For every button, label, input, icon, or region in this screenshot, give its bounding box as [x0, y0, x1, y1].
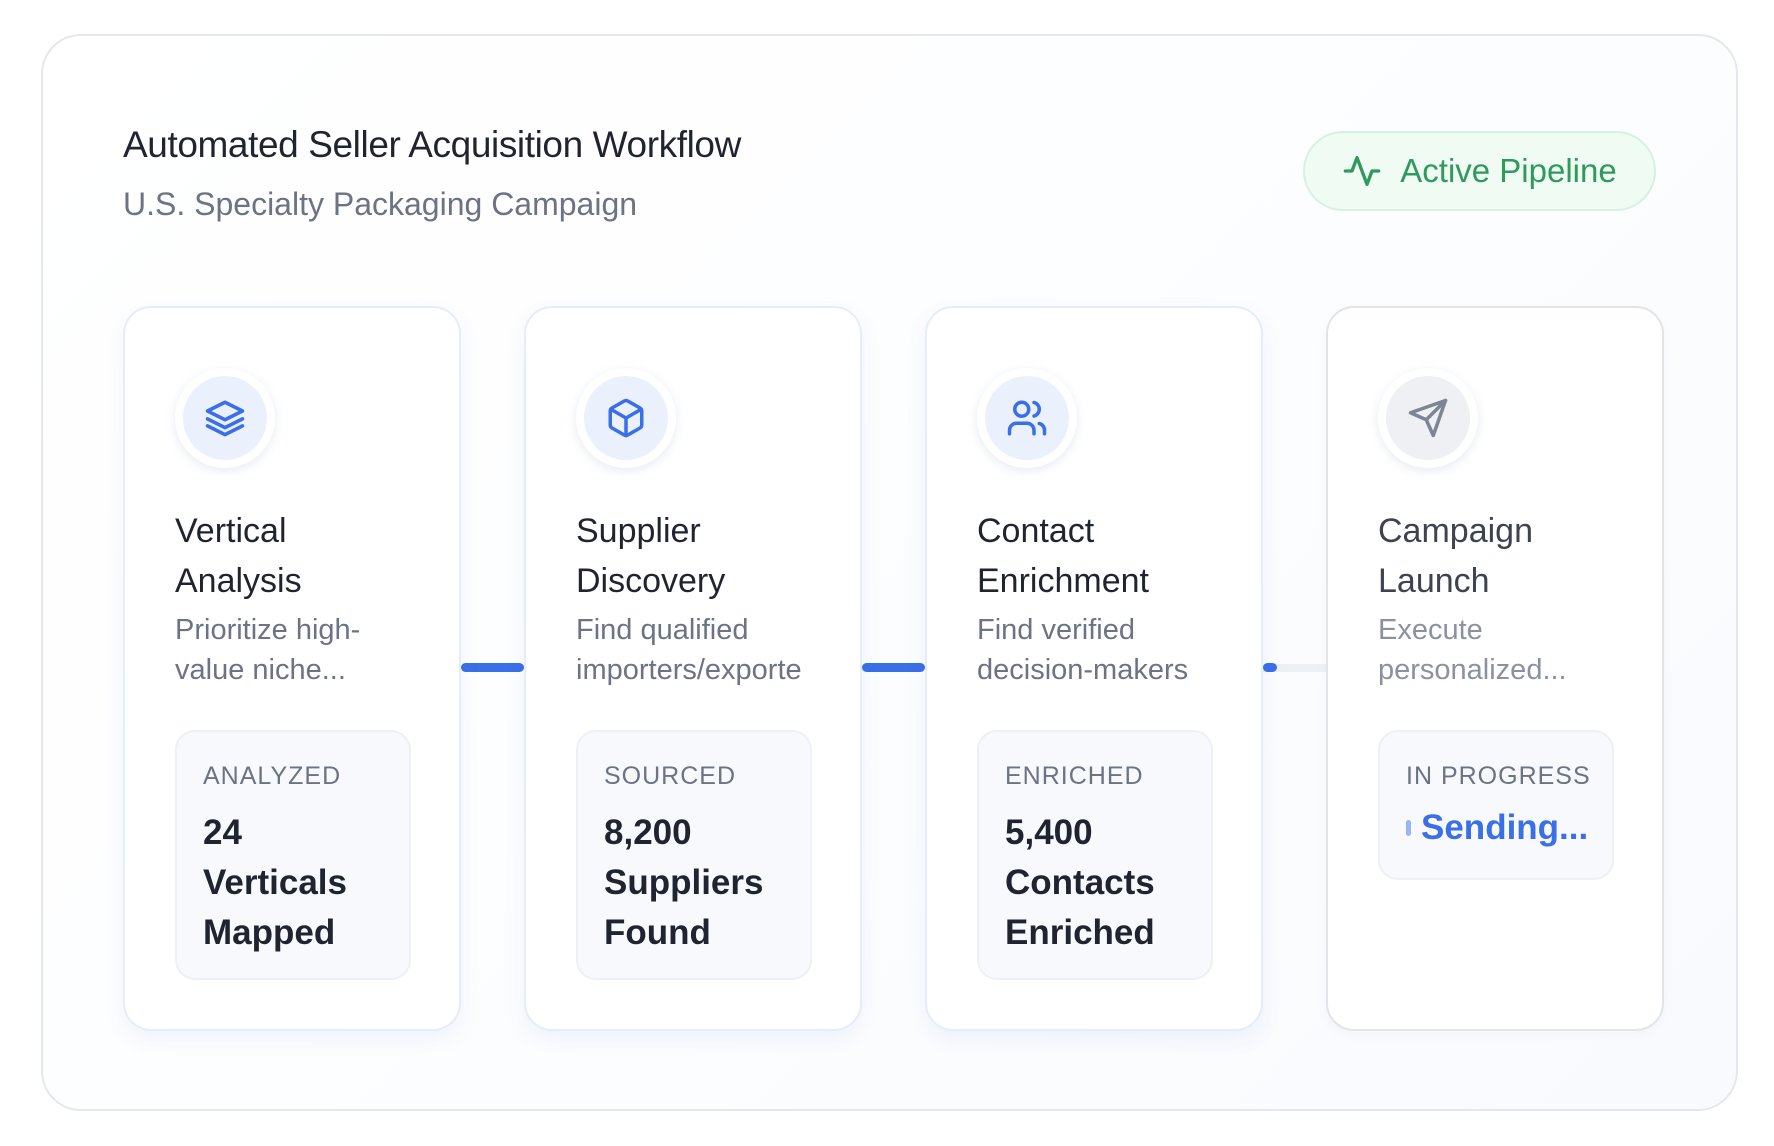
page-title: Automated Seller Acquisition Workflow	[123, 124, 741, 165]
users-icon	[1007, 400, 1047, 436]
stat-label: ENRICHED	[1005, 762, 1144, 790]
stat-label: SOURCED	[604, 762, 737, 790]
layers-icon	[205, 400, 245, 437]
step-title: Campaign Launch	[1378, 512, 1533, 600]
stat-box: IN PROGRESS Sending...	[1378, 730, 1614, 880]
step-title: Contact Enrichment	[977, 512, 1149, 600]
stat-value: 5,400 Contacts Enriched	[1005, 813, 1155, 952]
step-title: Vertical Analysis	[175, 512, 302, 600]
step-icon-container	[977, 368, 1077, 468]
status-badge-label: Active Pipeline	[1400, 152, 1617, 189]
step-icon-container	[175, 368, 275, 468]
stat-value: 24 Verticals Mapped	[203, 813, 347, 952]
step-description: Find qualified importers/exporte	[576, 614, 802, 686]
stat-value: 8,200 Suppliers Found	[604, 813, 764, 952]
step-icon-container	[576, 368, 676, 468]
stat-label: IN PROGRESS	[1406, 762, 1591, 790]
step-card-contact-enrichment[interactable]: Contact Enrichment Find verified decisio…	[925, 306, 1263, 1031]
step-card-supplier-discovery[interactable]: Supplier Discovery Find qualified import…	[524, 306, 862, 1031]
step-description: Prioritize high- value niche...	[175, 614, 361, 686]
activity-icon	[1343, 156, 1381, 186]
stat-label: ANALYZED	[203, 762, 342, 790]
stat-box: ANALYZED 24 Verticals Mapped	[175, 730, 411, 980]
connector-2-3	[862, 663, 925, 672]
connector-3-4-progress	[1263, 663, 1277, 672]
step-icon-container	[1378, 368, 1478, 468]
connector-1-2	[461, 663, 524, 672]
step-card-campaign-launch[interactable]: Campaign Launch Execute personalized... …	[1326, 306, 1664, 1031]
sending-indicator	[1406, 820, 1411, 836]
step-description: Find verified decision-makers	[977, 614, 1189, 686]
package-icon	[608, 398, 644, 438]
step-title: Supplier Discovery	[576, 512, 726, 600]
page-subtitle: U.S. Specialty Packaging Campaign	[123, 186, 638, 222]
step-description: Execute personalized...	[1378, 614, 1567, 686]
sending-status: Sending...	[1406, 808, 1588, 848]
status-badge: Active Pipeline	[1303, 131, 1656, 211]
sending-status-text: Sending...	[1421, 808, 1589, 847]
stat-box: SOURCED 8,200 Suppliers Found	[576, 730, 812, 980]
send-icon	[1408, 398, 1448, 438]
stat-box: ENRICHED 5,400 Contacts Enriched	[977, 730, 1213, 980]
step-card-vertical-analysis[interactable]: Vertical Analysis Prioritize high- value…	[123, 306, 461, 1031]
